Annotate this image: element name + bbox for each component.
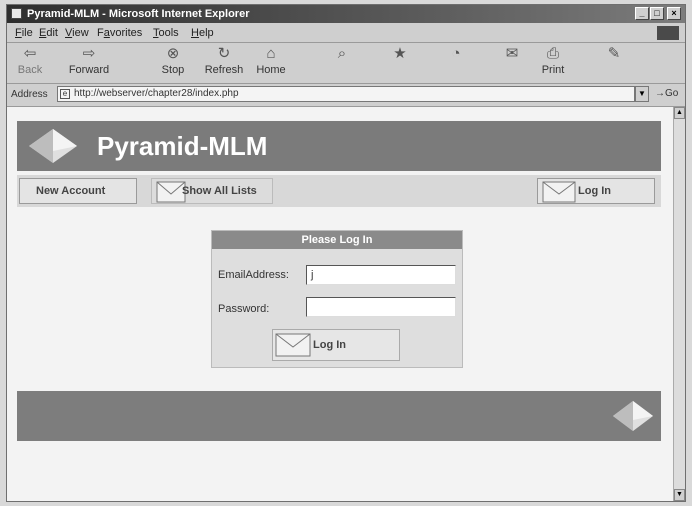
history-icon: ◔ <box>451 45 461 62</box>
address-label: Address <box>11 89 48 100</box>
close-button[interactable]: × <box>667 7 681 20</box>
menu-view-rest: iew <box>72 27 89 39</box>
go-button[interactable]: →Go <box>655 88 678 99</box>
back-button[interactable]: ⇦ Back <box>13 45 47 77</box>
browser-window: Pyramid-MLM - Microsoft Internet Explore… <box>6 4 686 502</box>
password-field[interactable] <box>306 297 456 317</box>
home-label: Home <box>256 64 286 76</box>
nav-log-in-button[interactable]: Log In <box>537 178 655 204</box>
pyramid-logo-icon <box>613 401 653 431</box>
pyramid-logo-icon <box>29 129 77 163</box>
maximize-button[interactable]: □ <box>650 7 664 20</box>
window-title: Pyramid-MLM - Microsoft Internet Explore… <box>27 8 250 20</box>
log-in-label: Log In <box>313 339 346 351</box>
forward-arrow-icon: ⇨ <box>82 45 96 62</box>
show-all-lists-label: Show All Lists <box>182 185 257 197</box>
address-bar: Address e http://webserver/chapter28/ind… <box>7 84 685 107</box>
search-icon: ⌕ <box>337 45 347 62</box>
site-footer <box>17 391 661 441</box>
back-label: Back <box>17 64 43 76</box>
windows-logo-icon <box>657 26 679 40</box>
address-input[interactable]: e http://webserver/chapter28/index.php <box>57 86 635 102</box>
scroll-up-button[interactable]: ▲ <box>674 107 685 119</box>
nav-log-in-label: Log In <box>578 185 611 197</box>
forward-button[interactable]: ⇨ Forward <box>65 45 113 77</box>
refresh-button[interactable]: ↻ Refresh <box>201 45 247 77</box>
menu-view[interactable]: View <box>65 24 89 42</box>
page-content: Pyramid-MLM New Account Show All Lists L… <box>7 107 673 501</box>
envelope-icon <box>542 181 576 203</box>
address-dropdown-button[interactable]: ▼ <box>635 86 649 102</box>
menu-favorites[interactable]: Favorites <box>97 24 142 42</box>
title-bar: Pyramid-MLM - Microsoft Internet Explore… <box>7 5 685 23</box>
menu-file[interactable]: File <box>15 24 33 42</box>
ie-icon <box>11 8 22 19</box>
email-label: EmailAddress: <box>218 269 289 281</box>
menu-help[interactable]: Help <box>191 24 214 42</box>
menu-favorites-rest: vorites <box>109 27 143 39</box>
stop-button[interactable]: ⊗ Stop <box>157 45 189 77</box>
history-button[interactable]: ◔ <box>441 45 471 63</box>
site-header: Pyramid-MLM <box>17 121 661 171</box>
show-all-lists-button[interactable]: Show All Lists <box>151 178 273 204</box>
go-label: Go <box>665 88 679 99</box>
search-button[interactable]: ⌕ <box>327 45 357 63</box>
password-label: Password: <box>218 303 270 315</box>
print-button[interactable]: ⎙ Print <box>537 45 569 77</box>
edit-icon: ✎ <box>607 45 621 62</box>
print-label: Print <box>541 64 565 76</box>
refresh-icon: ↻ <box>217 45 231 62</box>
email-field[interactable]: j <box>306 265 456 285</box>
login-heading: Please Log In <box>212 231 462 249</box>
home-icon: ⌂ <box>266 45 276 62</box>
menu-help-mnemonic: H <box>191 27 199 39</box>
menu-tools[interactable]: Tools <box>153 24 179 42</box>
mail-icon: ✉ <box>505 45 519 62</box>
menu-edit[interactable]: Edit <box>39 24 58 42</box>
site-title: Pyramid-MLM <box>97 131 268 161</box>
menu-bar: File Edit View Favorites Tools Help <box>7 24 685 43</box>
menu-help-rest: elp <box>198 27 214 39</box>
stop-label: Stop <box>161 64 185 76</box>
vertical-scrollbar[interactable]: ▲ ▼ <box>673 107 685 501</box>
minimize-button[interactable]: _ <box>635 7 649 20</box>
refresh-label: Refresh <box>204 64 244 76</box>
menu-edit-rest: dit <box>46 27 58 39</box>
new-account-label: New Account <box>36 185 106 197</box>
mail-button[interactable]: ✉ <box>495 45 529 63</box>
scroll-down-button[interactable]: ▼ <box>674 489 685 501</box>
envelope-icon <box>275 333 311 357</box>
edit-button[interactable]: ✎ <box>599 45 629 63</box>
log-in-button[interactable]: Log In <box>272 329 400 361</box>
page-icon: e <box>60 89 70 99</box>
printer-icon: ⎙ <box>546 45 559 62</box>
nav-bar: New Account Show All Lists Log In <box>17 175 661 207</box>
menu-file-rest: ile <box>21 27 33 39</box>
back-arrow-icon: ⇦ <box>23 45 37 62</box>
address-url: http://webserver/chapter28/index.php <box>74 88 239 99</box>
login-form: Please Log In EmailAddress: j Password: … <box>211 230 463 368</box>
menu-file-mnemonic: F <box>15 27 22 39</box>
forward-label: Forward <box>68 64 110 76</box>
toolbar: ⇦ Back ⇨ Forward ⊗ Stop ↻ Refresh ⌂ Home… <box>7 43 685 84</box>
home-button[interactable]: ⌂ Home <box>251 45 291 77</box>
new-account-button[interactable]: New Account <box>19 178 137 204</box>
menu-favorites-pre: F <box>97 27 104 39</box>
stop-icon: ⊗ <box>166 45 180 62</box>
menu-tools-rest: ools <box>158 27 179 39</box>
favorites-icon: ★ <box>393 45 407 62</box>
favorites-button[interactable]: ★ <box>385 45 415 63</box>
